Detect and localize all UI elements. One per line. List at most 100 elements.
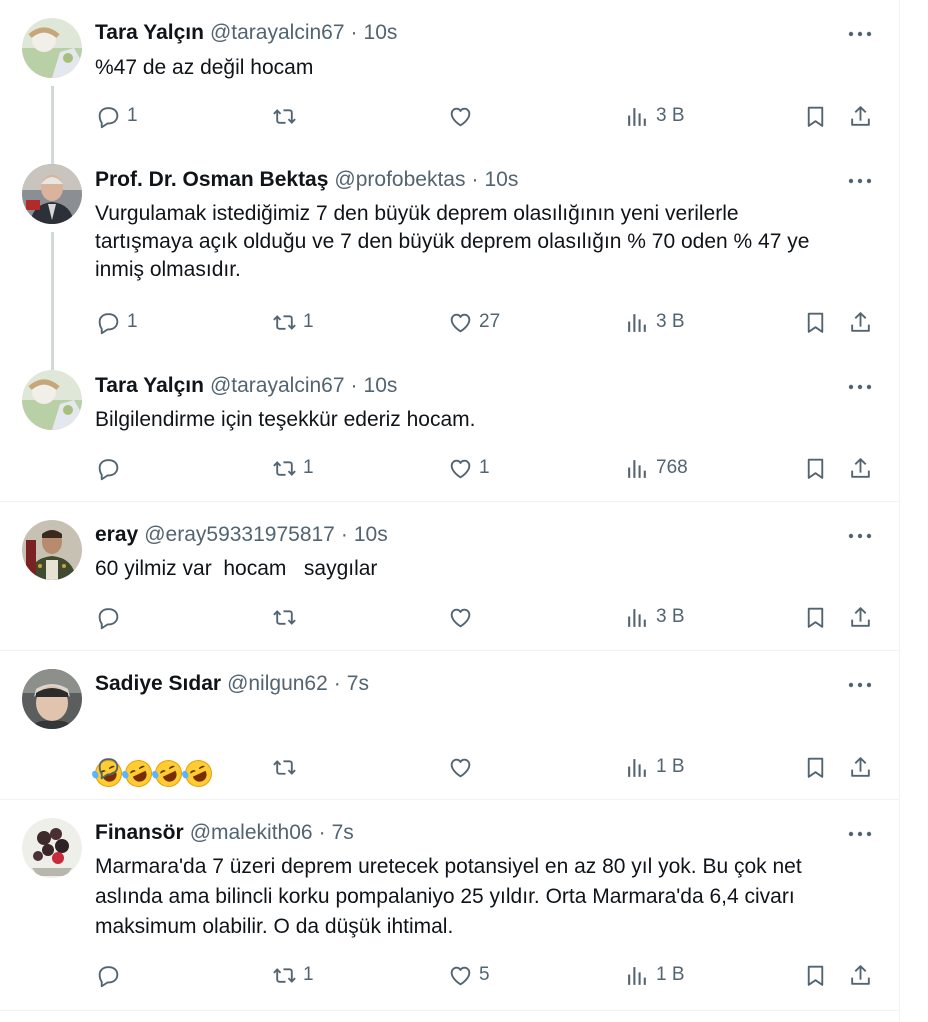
like-button[interactable]	[448, 101, 479, 131]
heart-icon	[448, 963, 473, 988]
share-button[interactable]	[848, 101, 873, 131]
more-dots-icon[interactable]	[846, 24, 874, 44]
author-handle[interactable]: @tarayalcin67	[210, 21, 345, 45]
tweet[interactable]: eray @eray59331975817 · 10s 60 yilmiz va…	[0, 502, 900, 650]
tweet-text: Marmara'da 7 üzeri deprem uretecek potan…	[95, 855, 802, 938]
author-name[interactable]: Prof. Dr. Osman Bektaş	[95, 168, 328, 192]
bookmark-icon	[803, 104, 828, 129]
reply-button[interactable]	[96, 602, 127, 632]
separator: ·	[333, 672, 341, 695]
reply-icon	[96, 310, 121, 335]
tweet[interactable]: Tara Yalçın @tarayalcin67 · 10s Bilgilen…	[0, 356, 900, 501]
timestamp[interactable]: 10s	[484, 168, 518, 192]
bookmark-button[interactable]	[803, 307, 828, 337]
page-edge	[900, 0, 928, 1022]
views-chart-icon	[625, 310, 650, 335]
reply-button[interactable]	[96, 960, 127, 990]
retweet-button[interactable]	[272, 752, 303, 782]
tweet[interactable]: Tara Yalçın @tarayalcin67 · 10s %47 de a…	[0, 0, 900, 150]
like-button[interactable]: 5	[448, 960, 490, 990]
tweet-header: Sadiye Sıdar @nilgun62 · 7s	[95, 671, 369, 697]
tweet-divider	[0, 1010, 900, 1011]
views-button[interactable]: 3 B	[625, 307, 685, 337]
tweet-actions: 1 5 1 B	[0, 960, 900, 990]
views-button[interactable]: 3 B	[625, 101, 685, 131]
reply-button[interactable]	[96, 752, 127, 782]
author-handle[interactable]: @eray59331975817	[144, 523, 335, 547]
bookmark-button[interactable]	[803, 602, 828, 632]
views-button[interactable]: 768	[625, 453, 688, 483]
reply-button[interactable]	[96, 453, 127, 483]
share-icon	[848, 456, 873, 481]
more-dots-icon[interactable]	[846, 675, 874, 695]
tweet[interactable]: Sadiye Sıdar @nilgun62 · 7s 1 B	[0, 651, 900, 799]
author-handle[interactable]: @tarayalcin67	[210, 374, 345, 398]
bookmark-button[interactable]	[803, 453, 828, 483]
timestamp[interactable]: 10s	[364, 374, 398, 398]
timestamp[interactable]: 7s	[332, 821, 354, 845]
tweet-header: Prof. Dr. Osman Bektaş @profobektas · 10…	[95, 167, 518, 193]
bookmark-button[interactable]	[803, 960, 828, 990]
avatar[interactable]	[22, 18, 82, 78]
timestamp[interactable]: 10s	[364, 21, 398, 45]
author-name[interactable]: Tara Yalçın	[95, 374, 204, 398]
avatar[interactable]	[22, 818, 82, 878]
like-button[interactable]	[448, 752, 479, 782]
bookmark-button[interactable]	[803, 752, 828, 782]
views-count: 768	[656, 457, 688, 478]
retweet-button[interactable]	[272, 602, 303, 632]
timestamp[interactable]: 7s	[347, 672, 369, 696]
retweet-button[interactable]: 1	[272, 453, 314, 483]
more-dots-icon[interactable]	[846, 526, 874, 546]
share-button[interactable]	[848, 307, 873, 337]
like-button[interactable]: 27	[448, 307, 500, 337]
views-count: 3 B	[656, 105, 685, 126]
bookmark-icon	[803, 310, 828, 335]
retweet-button[interactable]: 1	[272, 307, 314, 337]
like-count: 1	[479, 457, 490, 478]
reply-button[interactable]: 1	[96, 307, 138, 337]
author-name[interactable]: eray	[95, 523, 138, 547]
author-name[interactable]: Sadiye Sıdar	[95, 672, 221, 696]
timestamp[interactable]: 10s	[354, 523, 388, 547]
tweet[interactable]: Finansör @malekith06 · 7s Marmara'da 7 ü…	[0, 800, 900, 1010]
more-dots-icon[interactable]	[846, 824, 874, 844]
retweet-icon	[272, 755, 297, 780]
retweet-button[interactable]: 1	[272, 960, 314, 990]
views-count: 3 B	[656, 606, 685, 627]
more-dots-icon[interactable]	[846, 171, 874, 191]
share-button[interactable]	[848, 752, 873, 782]
avatar[interactable]	[22, 669, 82, 729]
like-button[interactable]: 1	[448, 453, 490, 483]
heart-icon	[448, 605, 473, 630]
author-handle[interactable]: @malekith06	[190, 821, 313, 845]
author-name[interactable]: Finansör	[95, 821, 184, 845]
author-handle[interactable]: @nilgun62	[227, 672, 328, 696]
views-button[interactable]: 3 B	[625, 602, 685, 632]
avatar[interactable]	[22, 520, 82, 580]
more-dots-icon[interactable]	[846, 377, 874, 397]
reply-count: 1	[127, 105, 138, 126]
share-button[interactable]	[848, 960, 873, 990]
author-handle[interactable]: @profobektas	[334, 168, 465, 192]
share-button[interactable]	[848, 453, 873, 483]
author-name[interactable]: Tara Yalçın	[95, 21, 204, 45]
views-count: 3 B	[656, 311, 685, 332]
share-button[interactable]	[848, 602, 873, 632]
tweet-header: eray @eray59331975817 · 10s	[95, 522, 388, 548]
tweet[interactable]: Prof. Dr. Osman Bektaş @profobektas · 10…	[0, 150, 900, 356]
heart-icon	[448, 456, 473, 481]
like-button[interactable]	[448, 602, 479, 632]
bookmark-button[interactable]	[803, 101, 828, 131]
avatar[interactable]	[22, 370, 82, 430]
reply-button[interactable]: 1	[96, 101, 138, 131]
bookmark-icon	[803, 963, 828, 988]
views-button[interactable]: 1 B	[625, 960, 685, 990]
avatar[interactable]	[22, 164, 82, 224]
heart-icon	[448, 755, 473, 780]
separator: ·	[340, 523, 348, 546]
views-button[interactable]: 1 B	[625, 752, 685, 782]
retweet-button[interactable]	[272, 101, 303, 131]
bookmark-icon	[803, 605, 828, 630]
share-icon	[848, 310, 873, 335]
